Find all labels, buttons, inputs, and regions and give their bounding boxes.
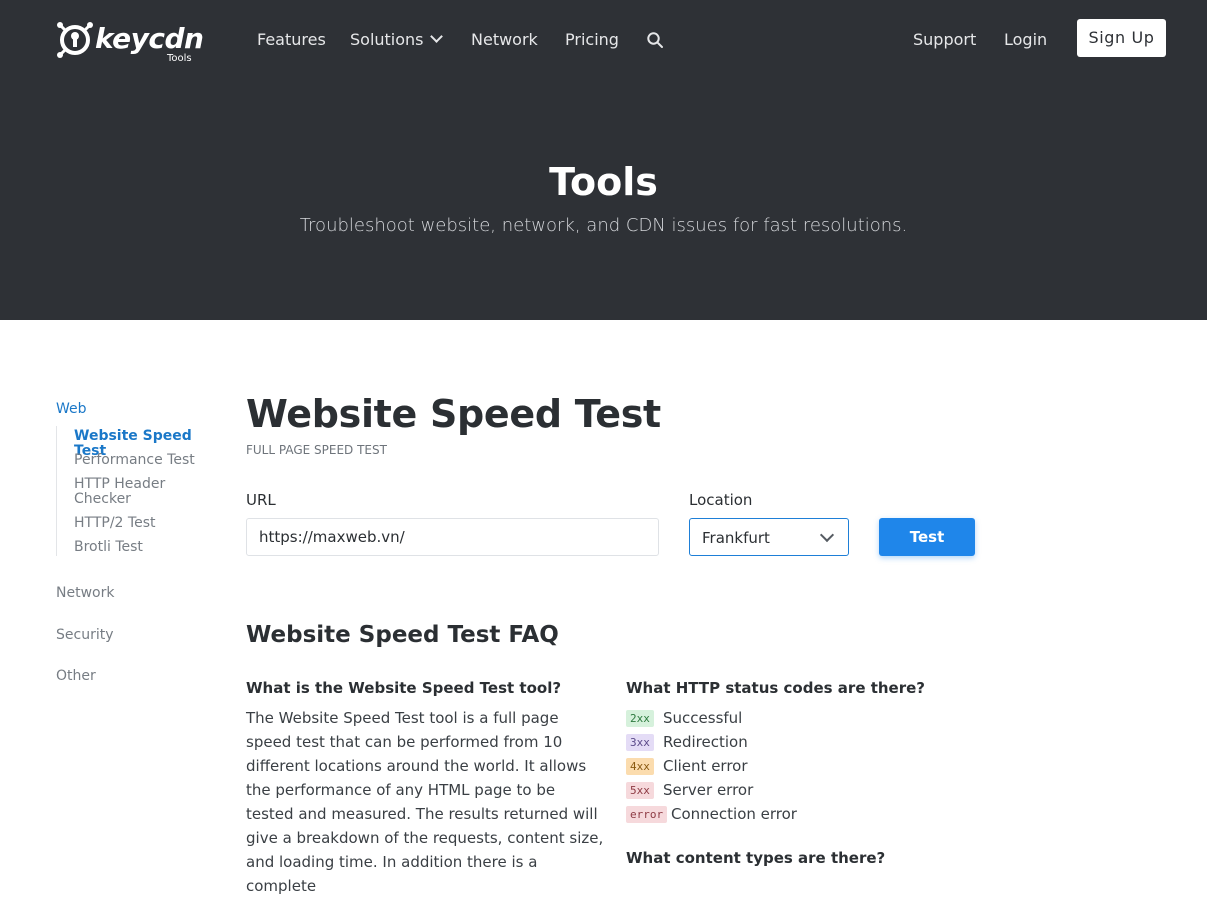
status-code-row: 3xx Redirection: [626, 730, 926, 754]
page-title: Website Speed Test: [246, 392, 661, 436]
status-description: Server error: [663, 781, 754, 799]
nav-support[interactable]: Support: [913, 28, 976, 52]
sidebar-section-other[interactable]: Other: [56, 667, 96, 685]
nav-solutions-label: Solutions: [350, 30, 424, 49]
location-label: Location: [689, 491, 753, 509]
nav-network[interactable]: Network: [471, 28, 538, 52]
status-description: Connection error: [671, 805, 797, 823]
test-button[interactable]: Test: [879, 518, 975, 556]
nav-solutions[interactable]: Solutions: [350, 28, 443, 52]
sidebar-section-web[interactable]: Web: [56, 400, 87, 418]
nav-features[interactable]: Features: [257, 28, 326, 52]
url-input[interactable]: [246, 518, 659, 556]
logo-subtext: Tools: [167, 53, 192, 64]
status-badge: error: [626, 806, 668, 823]
faq-question-tool: What is the Website Speed Test tool?: [246, 679, 562, 697]
hero-subtitle: Troubleshoot website, network, and CDN i…: [299, 215, 908, 236]
status-code-row: 5xx Server error: [626, 778, 926, 802]
sidebar-section-security[interactable]: Security: [56, 626, 114, 644]
sidebar-item-http2-test[interactable]: HTTP/2 Test: [74, 516, 204, 531]
signup-button[interactable]: Sign Up: [1077, 19, 1166, 57]
sidebar-item-brotli-test[interactable]: Brotli Test: [74, 540, 204, 555]
status-badge: 4xx: [626, 758, 654, 775]
url-label: URL: [246, 491, 276, 509]
hero-title: Tools: [549, 160, 658, 204]
status-description: Redirection: [663, 733, 748, 751]
status-badge: 2xx: [626, 710, 654, 727]
faq-question-content-types: What content types are there?: [626, 849, 886, 867]
chevron-down-icon: [819, 527, 835, 543]
page-kicker: FULL PAGE SPEED TEST: [246, 443, 387, 457]
status-code-row: 2xx Successful: [626, 706, 926, 730]
status-code-row: error Connection error: [626, 802, 926, 826]
chevron-down-icon: [429, 30, 443, 43]
hero-header: keycdn Tools Features Solutions Network …: [0, 0, 1207, 320]
search-icon[interactable]: [646, 31, 664, 49]
status-description: Successful: [663, 709, 743, 727]
sidebar-item-http-header-checker[interactable]: HTTP Header Checker: [74, 477, 184, 507]
sidebar-web-submenu: Website Speed Test Performance Test HTTP…: [56, 426, 216, 556]
faq-question-status-codes: What HTTP status codes are there?: [626, 679, 926, 697]
sidebar-section-network[interactable]: Network: [56, 584, 114, 602]
status-badge: 5xx: [626, 782, 654, 799]
status-badge: 3xx: [626, 734, 654, 751]
location-select[interactable]: Frankfurt: [689, 518, 849, 556]
faq-answer-tool: The Website Speed Test tool is a full pa…: [246, 709, 604, 895]
status-code-row: 4xx Client error: [626, 754, 926, 778]
status-description: Client error: [663, 757, 748, 775]
nav-pricing[interactable]: Pricing: [565, 28, 619, 52]
faq-title: Website Speed Test FAQ: [246, 622, 559, 648]
location-select-value: Frankfurt: [702, 529, 770, 547]
sidebar-item-performance-test[interactable]: Performance Test: [74, 453, 204, 468]
main-nav: Features Solutions Network Pricing Suppo…: [0, 28, 1207, 52]
nav-login[interactable]: Login: [1004, 28, 1047, 52]
